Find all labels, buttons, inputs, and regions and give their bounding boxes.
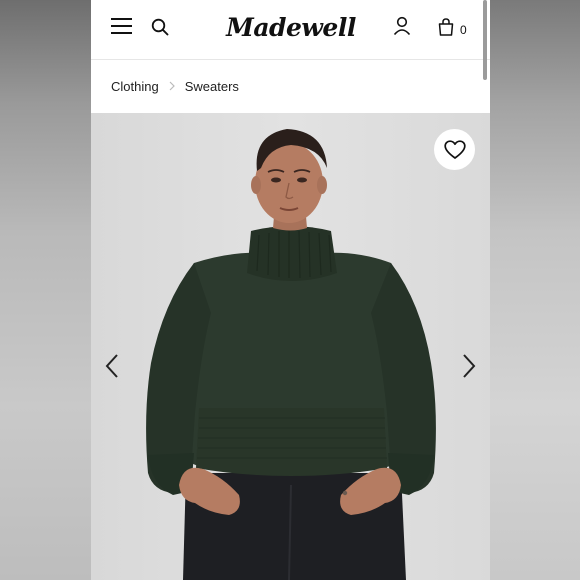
site-header: Madewell 0 (91, 0, 490, 60)
breadcrumb-item-sweaters[interactable]: Sweaters (185, 79, 239, 94)
account-icon[interactable] (392, 16, 412, 36)
bag-count[interactable]: 0 (460, 23, 467, 37)
search-icon[interactable] (151, 18, 169, 36)
madewell-logo[interactable]: Madewell (226, 10, 356, 46)
chevron-right-icon (169, 81, 175, 91)
scrollbar[interactable] (483, 0, 487, 80)
product-image-carousel[interactable] (91, 113, 490, 580)
breadcrumb: Clothing Sweaters (111, 77, 239, 95)
heart-icon (443, 139, 466, 159)
chevron-left-icon[interactable] (104, 353, 120, 379)
chevron-right-icon[interactable] (461, 353, 477, 379)
hamburger-menu-icon[interactable] (111, 18, 132, 35)
mobile-screen: Madewell 0 Clothing Sweaters (91, 0, 490, 580)
breadcrumb-item-clothing[interactable]: Clothing (111, 79, 159, 94)
wishlist-button[interactable] (434, 129, 475, 170)
product-photo (146, 129, 436, 580)
blurred-background-right (490, 0, 580, 580)
blurred-background-left (0, 0, 91, 580)
shopping-bag-icon[interactable] (438, 18, 454, 36)
